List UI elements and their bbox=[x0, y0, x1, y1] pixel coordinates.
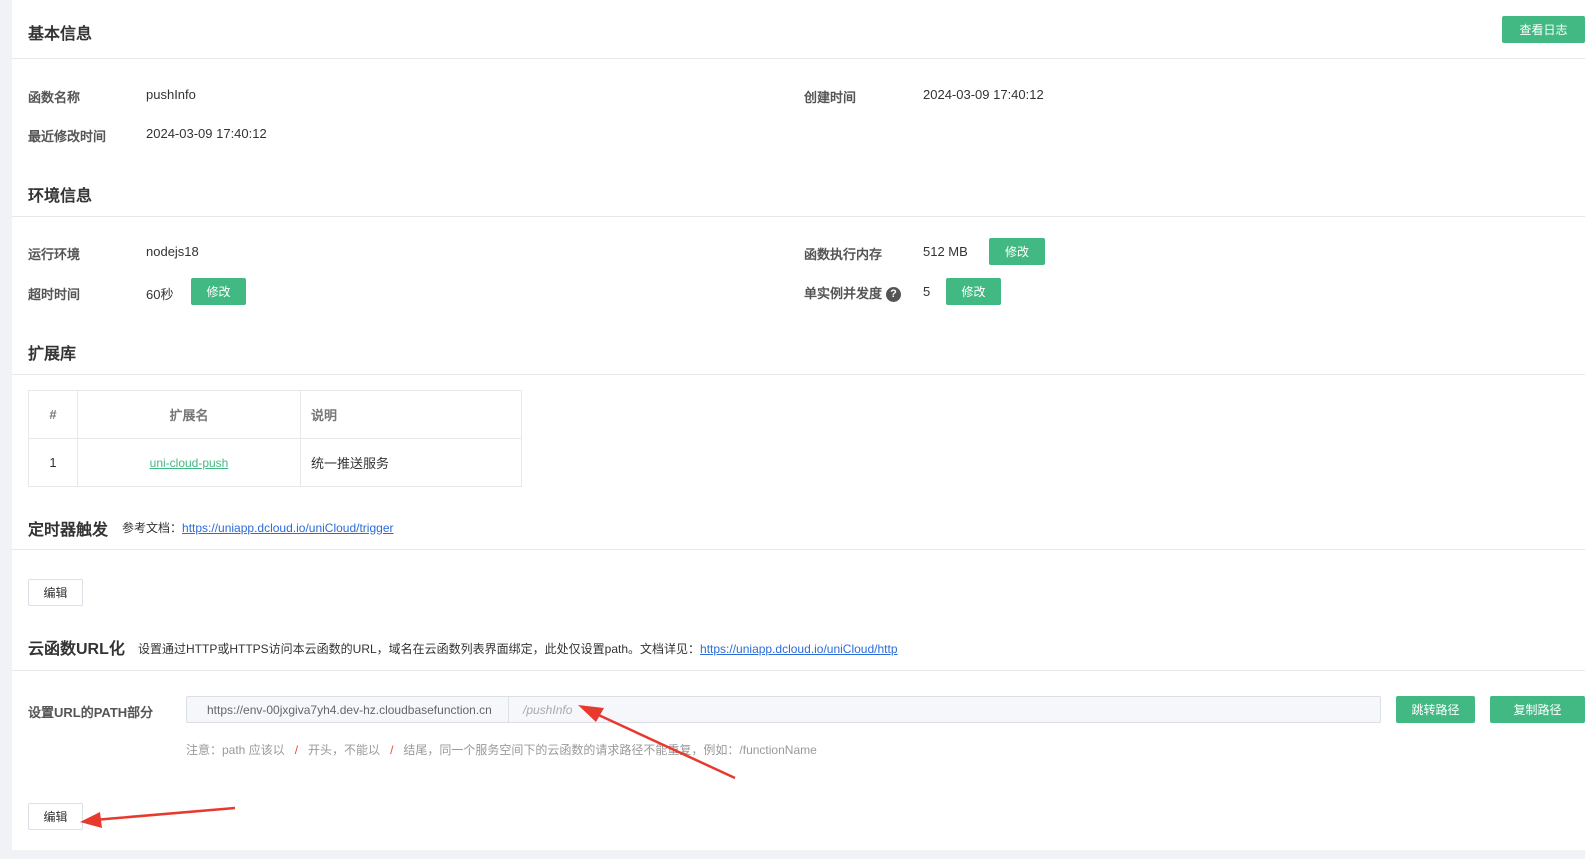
memory-value: 512 MB bbox=[923, 244, 968, 259]
timer-ref-label: 参考文档： bbox=[122, 521, 183, 535]
function-name-label: 函数名称 bbox=[28, 90, 81, 105]
url-prefix: https://env-00jxgiva7yh4.dev-hz.cloudbas… bbox=[187, 697, 509, 722]
view-log-button[interactable]: 查看日志 bbox=[1502, 16, 1585, 43]
hint-part-b: 开头，不能以 bbox=[308, 743, 381, 757]
timeout-label: 超时时间 bbox=[28, 287, 81, 302]
divider bbox=[12, 216, 1585, 217]
url-title: 云函数URL化 bbox=[28, 641, 125, 658]
timeout-value: 60秒 bbox=[146, 287, 174, 302]
timer-title: 定时器触发 bbox=[28, 522, 109, 539]
extensions-title: 扩展库 bbox=[28, 346, 77, 363]
timeout-edit-button[interactable]: 修改 bbox=[191, 278, 246, 305]
divider bbox=[12, 670, 1585, 671]
created-time-label: 创建时间 bbox=[804, 90, 857, 105]
hint-slash: / bbox=[390, 743, 394, 757]
hint-part-a: 注意：path 应该以 bbox=[186, 743, 285, 757]
path-label: 设置URL的PATH部分 bbox=[28, 705, 154, 720]
row-index: 1 bbox=[28, 438, 78, 487]
extensions-table: # 扩展名 说明 1 uni-cloud-push 统一推送服务 bbox=[28, 390, 522, 487]
runtime-value: nodejs18 bbox=[146, 244, 199, 259]
url-path-value[interactable]: /pushInfo bbox=[509, 703, 572, 717]
table-header-row: # 扩展名 说明 bbox=[28, 390, 522, 439]
extension-link[interactable]: uni-cloud-push bbox=[150, 456, 229, 470]
jump-path-button[interactable]: 跳转路径 bbox=[1396, 696, 1475, 723]
url-desc-text: 设置通过HTTP或HTTPS访问本云函数的URL，域名在云函数列表界面绑定，此处… bbox=[138, 642, 701, 656]
url-edit-button[interactable]: 编辑 bbox=[28, 803, 83, 830]
help-icon[interactable]: ? bbox=[886, 287, 902, 303]
basic-info-title: 基本信息 bbox=[28, 26, 93, 43]
table-row: 1 uni-cloud-push 统一推送服务 bbox=[28, 438, 522, 487]
created-time-value: 2024-03-09 17:40:12 bbox=[923, 87, 1044, 102]
hint-slash: / bbox=[294, 743, 299, 757]
column-header-name: 扩展名 bbox=[77, 390, 301, 439]
copy-path-button[interactable]: 复制路径 bbox=[1490, 696, 1585, 723]
concurrency-value: 5 bbox=[923, 284, 931, 299]
function-name-value: pushInfo bbox=[146, 87, 196, 102]
row-desc: 统一推送服务 bbox=[300, 438, 522, 487]
concurrency-edit-button[interactable]: 修改 bbox=[946, 278, 1001, 305]
divider bbox=[12, 58, 1585, 59]
url-desc: 设置通过HTTP或HTTPS访问本云函数的URL，域名在云函数列表界面绑定，此处… bbox=[138, 640, 898, 657]
url-doc-link[interactable]: https://uniapp.dcloud.io/uniCloud/http bbox=[700, 642, 897, 656]
concurrency-label: 单实例并发度 bbox=[804, 286, 883, 301]
hint-part-c: 结尾，同一个服务空间下的云函数的请求路径不能重复，例如：/functionNam… bbox=[403, 743, 817, 757]
modified-time-value: 2024-03-09 17:40:12 bbox=[146, 126, 267, 141]
column-header-index: # bbox=[28, 390, 78, 439]
concurrency-label-group: 单实例并发度? bbox=[804, 283, 902, 303]
memory-label: 函数执行内存 bbox=[804, 247, 883, 262]
row-name-cell: uni-cloud-push bbox=[77, 438, 301, 487]
timer-edit-button[interactable]: 编辑 bbox=[28, 579, 83, 606]
memory-edit-button[interactable]: 修改 bbox=[989, 238, 1045, 265]
timer-doc-link[interactable]: https://uniapp.dcloud.io/uniCloud/trigge… bbox=[182, 521, 393, 535]
runtime-label: 运行环境 bbox=[28, 247, 81, 262]
timer-ref: 参考文档：https://uniapp.dcloud.io/uniCloud/t… bbox=[122, 519, 394, 536]
path-hint: 注意：path 应该以 / 开头，不能以 / 结尾，同一个服务空间下的云函数的请求路径不… bbox=[186, 741, 817, 758]
env-info-title: 环境信息 bbox=[28, 188, 93, 205]
divider bbox=[12, 374, 1585, 375]
divider bbox=[12, 549, 1585, 550]
column-header-desc: 说明 bbox=[300, 390, 522, 439]
modified-time-label: 最近修改时间 bbox=[28, 129, 107, 144]
url-path-input[interactable]: https://env-00jxgiva7yh4.dev-hz.cloudbas… bbox=[186, 696, 1381, 723]
